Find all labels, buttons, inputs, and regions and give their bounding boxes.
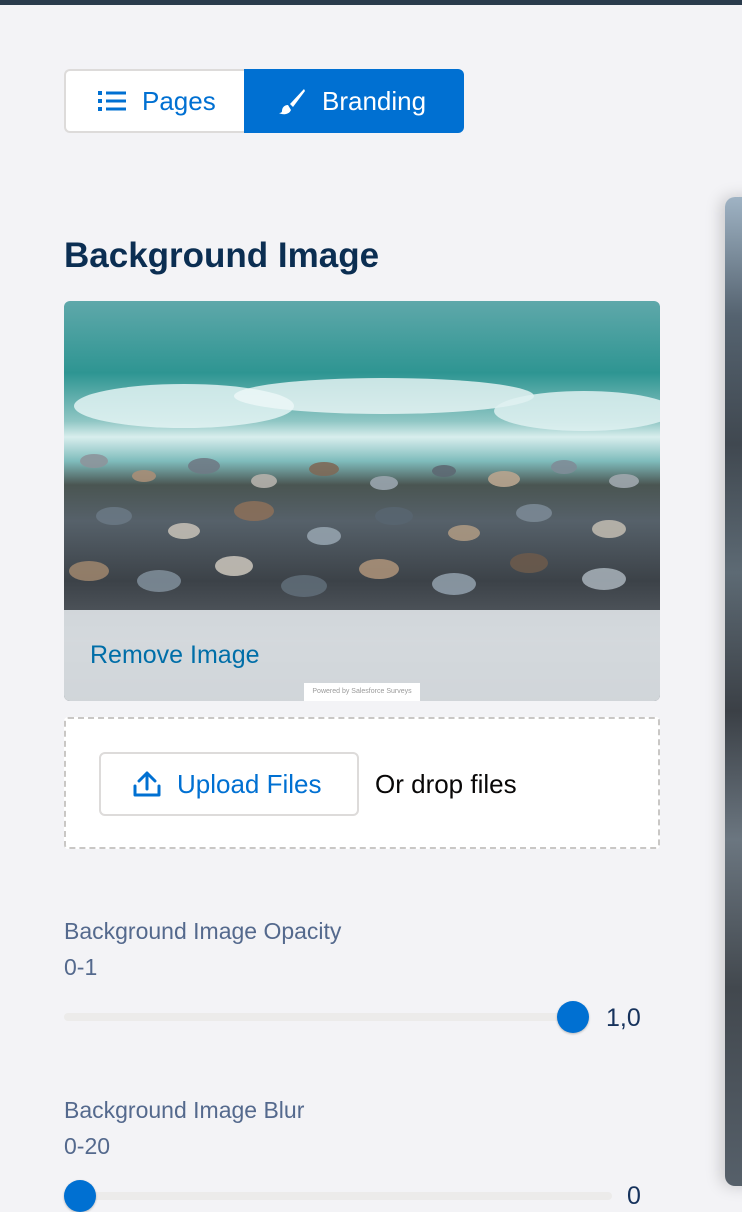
survey-preview-panel — [725, 197, 742, 1186]
opacity-label: Background Image Opacity — [64, 918, 342, 944]
list-icon — [98, 90, 126, 112]
upload-files-button[interactable]: Upload Files — [99, 752, 359, 816]
pages-branding-toggle: Pages Branding — [64, 69, 464, 133]
tab-branding-label: Branding — [322, 85, 427, 116]
top-bar — [0, 0, 742, 5]
blur-label: Background Image Blur — [64, 1097, 305, 1123]
blur-slider-track[interactable] — [64, 1192, 612, 1200]
drop-files-text: Or drop files — [375, 769, 517, 799]
paintbrush-icon — [278, 87, 306, 115]
background-image-preview: Remove Image Powered by Salesforce Surve… — [64, 301, 660, 701]
tab-pages[interactable]: Pages — [64, 69, 244, 133]
opacity-range: 0-1 — [64, 954, 98, 980]
opacity-value: 1,0 — [606, 1004, 641, 1032]
remove-image-link[interactable]: Remove Image — [90, 641, 260, 670]
upload-icon — [133, 771, 161, 797]
blur-range: 0-20 — [64, 1133, 111, 1159]
blur-value: 0 — [627, 1182, 641, 1210]
tab-pages-label: Pages — [142, 85, 216, 116]
opacity-slider-track[interactable] — [64, 1013, 589, 1021]
powered-by-watermark: Powered by Salesforce Surveys — [304, 683, 420, 701]
section-title: Background Image — [64, 236, 380, 275]
upload-files-label: Upload Files — [177, 768, 322, 799]
tab-branding[interactable]: Branding — [244, 69, 464, 133]
blur-slider-thumb[interactable] — [64, 1180, 96, 1212]
file-drop-zone[interactable]: Upload Files Or drop files — [64, 717, 660, 849]
opacity-slider-thumb[interactable] — [557, 1001, 589, 1033]
